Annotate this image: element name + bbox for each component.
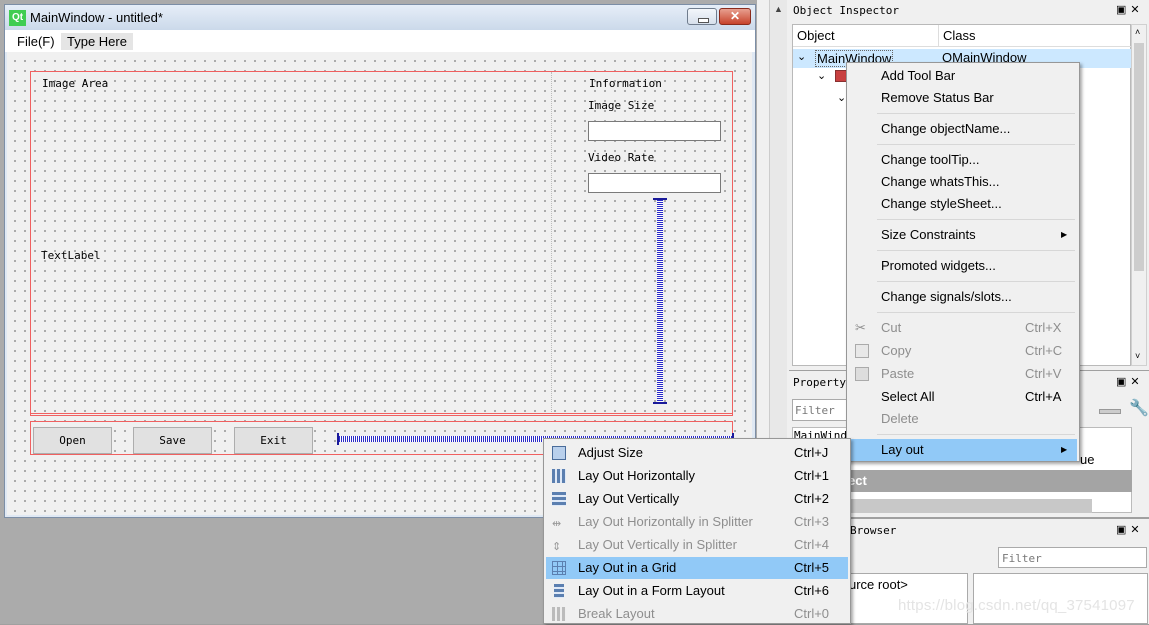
menu-item-paste[interactable]: Paste Ctrl+V xyxy=(849,363,1077,385)
close-button[interactable]: ✕ xyxy=(719,8,751,25)
scroll-up-icon[interactable]: ▲ xyxy=(774,4,783,14)
dock-float-close-icons[interactable]: ▣✕ xyxy=(1116,3,1144,16)
scroll-up-icon[interactable]: ˄ xyxy=(1135,27,1140,37)
submenu-arrow-icon: ▶ xyxy=(1061,230,1068,239)
minimize-button[interactable] xyxy=(687,8,717,25)
property-editor-title: Property xyxy=(793,376,846,389)
menu-file[interactable]: File(F) xyxy=(11,33,61,50)
text-label[interactable]: TextLabel xyxy=(41,249,101,262)
menu-item-add-tool-bar[interactable]: Add Tool Bar xyxy=(849,65,1077,87)
vertical-spacer[interactable] xyxy=(653,198,667,404)
menu-item-lay-out[interactable]: Lay out ▶ xyxy=(849,439,1077,461)
menu-item-lay-out-vertically[interactable]: Lay Out Vertically Ctrl+2 xyxy=(546,488,848,510)
object-inspector-title: Object Inspector xyxy=(793,4,899,17)
object-tree-scrollbar[interactable]: ˄ ˅ xyxy=(1131,24,1147,366)
paste-icon xyxy=(855,367,869,381)
scissors-icon: ✂ xyxy=(855,320,866,335)
layout-submenu: Adjust Size Ctrl+J Lay Out Horizontally Ct… xyxy=(543,438,851,624)
chevron-down-icon[interactable]: ⌄ xyxy=(817,69,826,82)
image-size-label: Image Size xyxy=(588,99,655,112)
menu-item-change-signals-slots[interactable]: Change signals/slots... xyxy=(849,286,1077,308)
vertical-layout-icon xyxy=(552,492,566,506)
column-header-class[interactable]: Class xyxy=(939,25,1132,47)
menu-item-lay-out-vertically-splitter[interactable]: ⇕ Lay Out Vertically in Splitter Ctrl+4 xyxy=(546,534,848,556)
information-label: Information xyxy=(589,77,662,90)
property-filter-input[interactable]: Filter xyxy=(792,399,848,421)
property-hscrollbar[interactable] xyxy=(846,499,1092,513)
scroll-down-icon[interactable]: ˅ xyxy=(1135,351,1140,361)
video-rate-label: Video Rate xyxy=(588,151,655,164)
menu-item-promoted-widgets[interactable]: Promoted widgets... xyxy=(849,255,1077,277)
menu-type-here[interactable]: Type Here xyxy=(61,33,133,50)
property-section-row[interactable]: ect xyxy=(846,470,1132,492)
copy-icon xyxy=(855,344,869,358)
exit-button[interactable]: Exit xyxy=(234,427,313,454)
wrench-icon[interactable]: 🔧 xyxy=(1129,398,1149,418)
menu-item-change-objectname[interactable]: Change objectName... xyxy=(849,118,1077,140)
image-size-field[interactable] xyxy=(588,121,721,141)
save-button[interactable]: Save xyxy=(133,427,212,454)
info-panel-divider xyxy=(551,72,552,412)
dock-float-close-icons[interactable]: ▣✕ xyxy=(1116,523,1144,536)
menu-item-lay-out-horizontally-splitter[interactable]: ⇹ Lay Out Horizontally in Splitter Ctrl+3 xyxy=(546,511,848,533)
vertical-splitter-icon: ⇕ xyxy=(552,541,562,553)
adjust-size-icon xyxy=(552,446,566,460)
menu-item-lay-out-in-grid[interactable]: Lay Out in a Grid Ctrl+5 xyxy=(546,557,848,579)
layout-frame-edge xyxy=(30,413,733,415)
menu-item-break-layout[interactable]: Break Layout Ctrl+0 xyxy=(546,603,848,625)
menu-item-lay-out-horizontally[interactable]: Lay Out Horizontally Ctrl+1 xyxy=(546,465,848,487)
context-menu: Add Tool Bar Remove Status Bar Change ob… xyxy=(846,62,1080,462)
qt-logo-icon: Qt xyxy=(9,10,26,26)
column-header-object[interactable]: Object xyxy=(793,25,939,47)
form-window-titlebar[interactable]: Qt MainWindow - untitled* ✕ xyxy=(5,5,755,30)
menu-item-size-constraints[interactable]: Size Constraints ▶ xyxy=(849,224,1077,246)
minus-icon[interactable] xyxy=(1099,409,1121,414)
image-area-label: Image Area xyxy=(42,77,109,90)
menu-item-change-tooltip[interactable]: Change toolTip... xyxy=(849,149,1077,171)
menu-item-delete[interactable]: Delete xyxy=(849,408,1077,430)
grid-layout-icon xyxy=(552,561,566,575)
chevron-down-icon[interactable]: ⌄ xyxy=(837,91,846,104)
resource-filter-input[interactable]: Filter xyxy=(998,547,1147,568)
scroll-thumb[interactable] xyxy=(1134,43,1144,271)
form-window-title: MainWindow - untitled* xyxy=(30,10,163,25)
watermark-text: https://blog.csdn.net/qq_37541097 xyxy=(898,597,1135,614)
menu-item-select-all[interactable]: Select All Ctrl+A xyxy=(849,386,1077,408)
break-layout-icon xyxy=(552,607,566,621)
resource-browser-title: Browser xyxy=(850,524,897,537)
form-menubar: File(F) Type Here xyxy=(5,30,755,52)
dock-float-close-icons[interactable]: ▣✕ xyxy=(1116,375,1144,388)
menu-item-copy[interactable]: Copy Ctrl+C xyxy=(849,340,1077,362)
property-value-header: ue xyxy=(1080,452,1095,467)
video-rate-field[interactable] xyxy=(588,173,721,193)
submenu-arrow-icon: ▶ xyxy=(1061,445,1068,454)
menu-item-adjust-size[interactable]: Adjust Size Ctrl+J xyxy=(546,442,848,464)
menu-item-change-whatsthis[interactable]: Change whatsThis... xyxy=(849,171,1077,193)
form-layout-icon xyxy=(554,584,564,598)
menu-item-remove-status-bar[interactable]: Remove Status Bar xyxy=(849,87,1077,109)
resource-root-item[interactable]: urce root> xyxy=(849,577,908,592)
menu-item-cut[interactable]: ✂ Cut Ctrl+X xyxy=(849,317,1077,339)
menu-item-change-stylesheet[interactable]: Change styleSheet... xyxy=(849,193,1077,215)
horizontal-splitter-icon: ⇹ xyxy=(552,518,562,530)
horizontal-layout-icon xyxy=(552,469,566,483)
menu-item-lay-out-form[interactable]: Lay Out in a Form Layout Ctrl+6 xyxy=(546,580,848,602)
open-button[interactable]: Open xyxy=(33,427,112,454)
chevron-down-icon[interactable]: ⌄ xyxy=(797,50,806,63)
